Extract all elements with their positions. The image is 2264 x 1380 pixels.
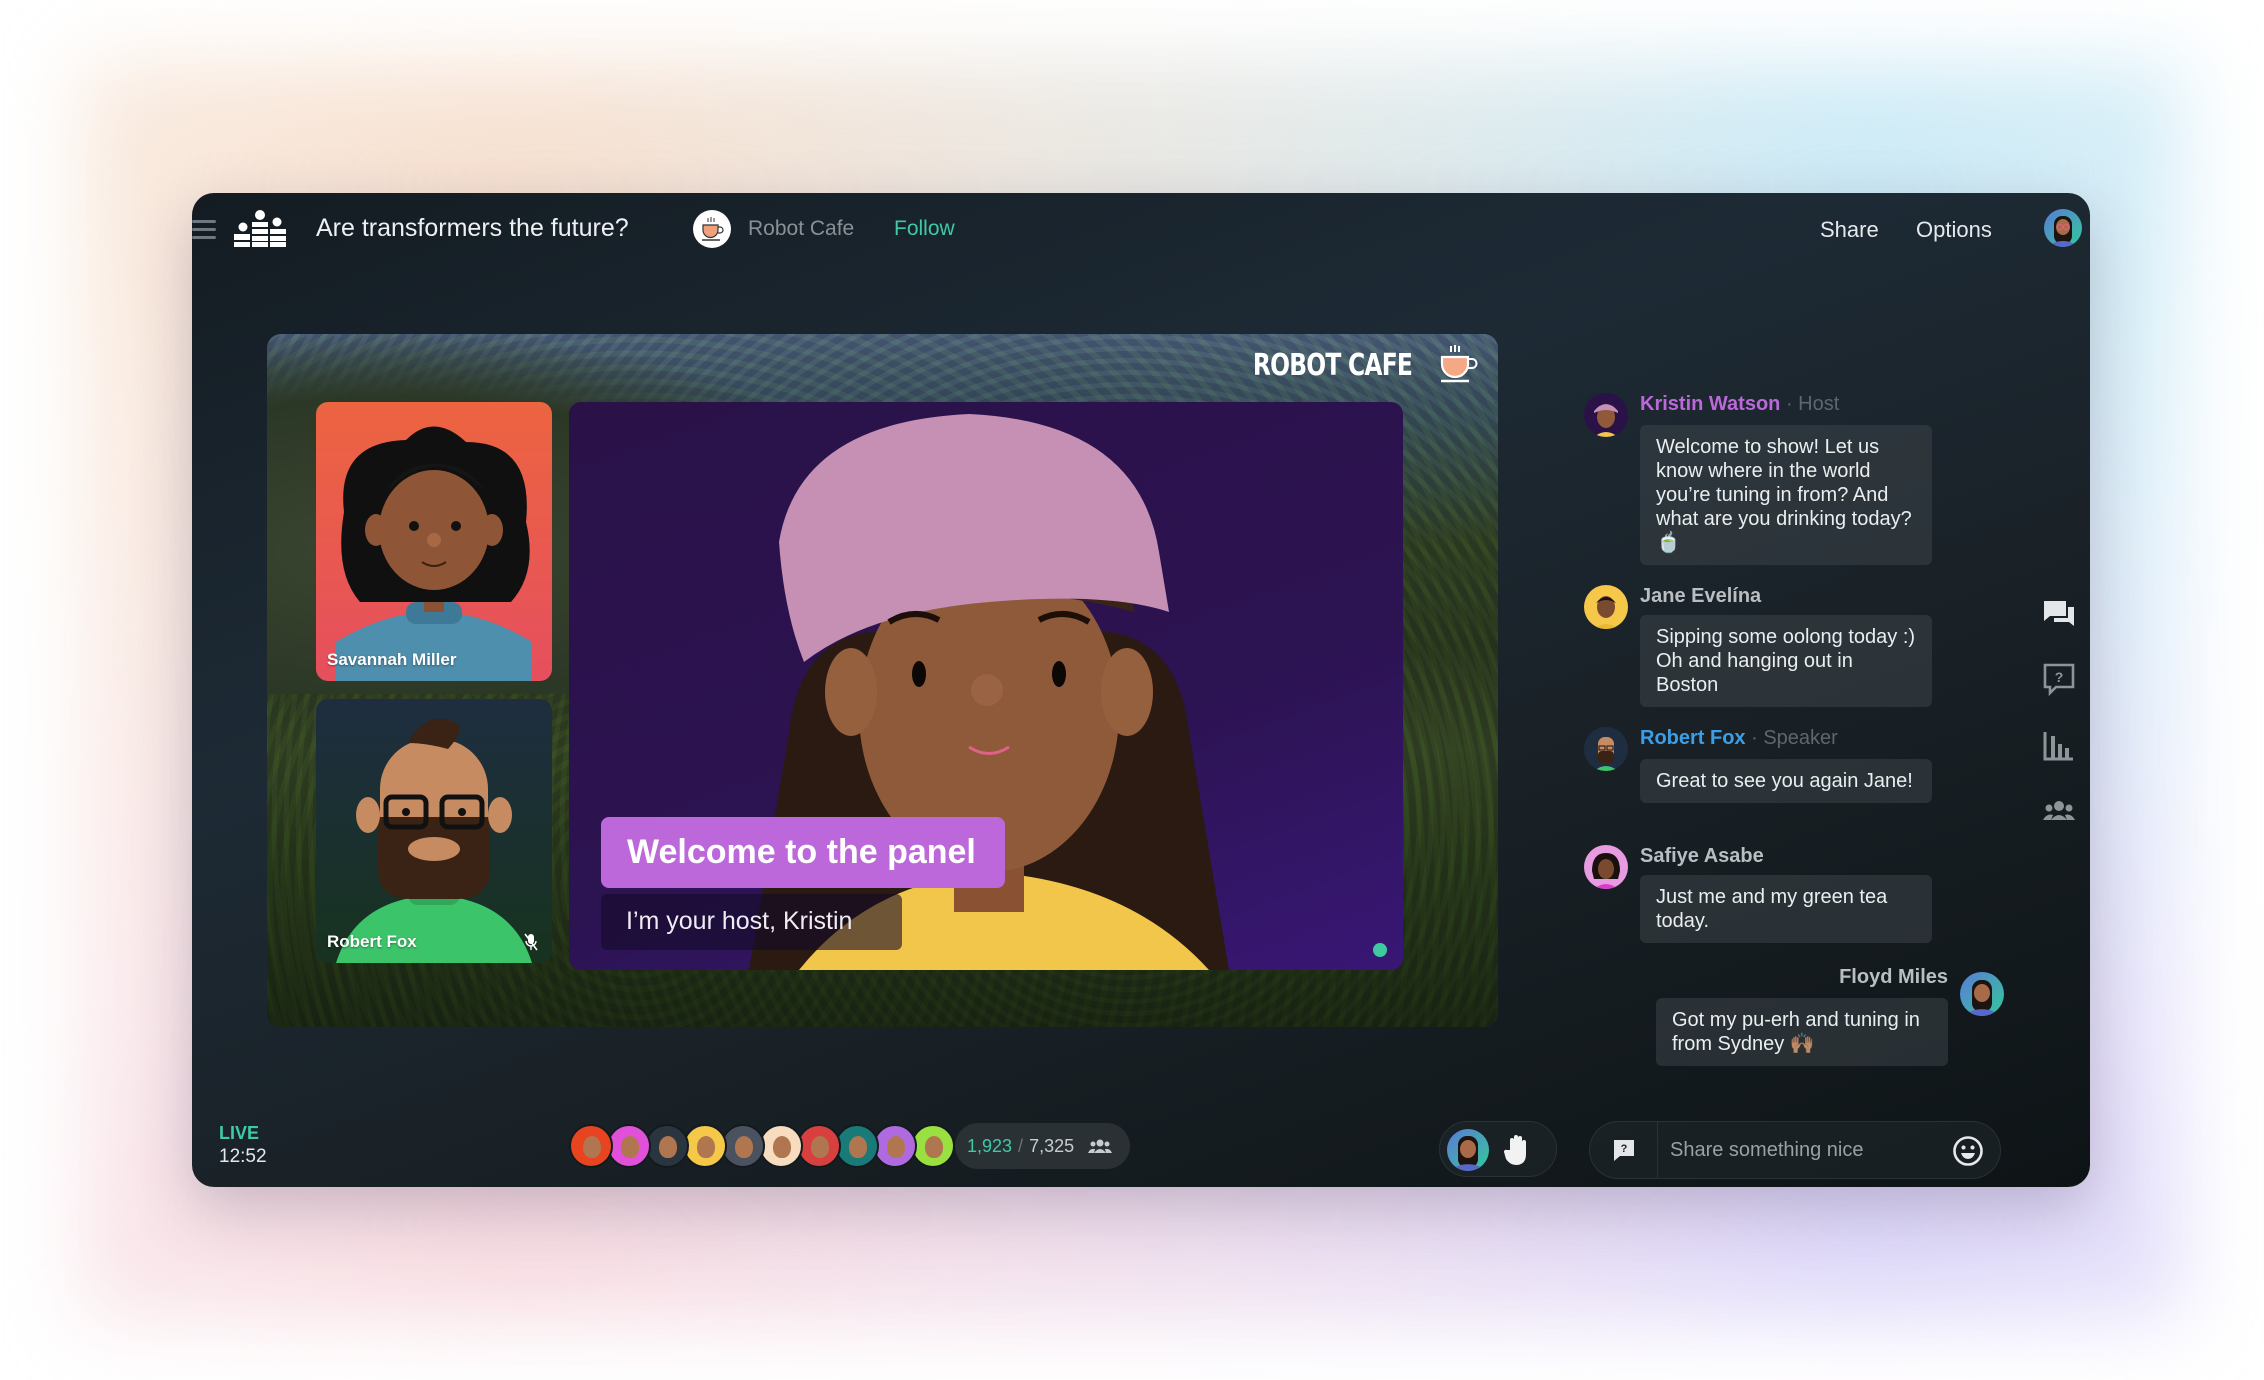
audience-avatar[interactable]	[873, 1124, 917, 1168]
page-title: Are transformers the future?	[316, 214, 629, 242]
author-role: · Host	[1785, 393, 1840, 415]
avatar[interactable]	[1584, 845, 1628, 889]
participant-tile[interactable]: Robert Fox	[316, 699, 552, 963]
viewers-separator: /	[1018, 1135, 1024, 1156]
app-logo-icon[interactable]	[234, 210, 286, 248]
message-author[interactable]: Floyd Miles	[1839, 966, 1948, 989]
chat-message-input[interactable]	[1670, 1122, 1940, 1178]
author-name: Robert Fox	[1640, 727, 1746, 749]
avatar-face	[583, 1136, 601, 1158]
participant-name: Savannah Miller	[327, 650, 457, 669]
avatar-face	[925, 1136, 943, 1158]
top-bar: Are transformers the future? Robot Cafe …	[192, 193, 2090, 265]
emoji-picker-icon[interactable]	[1952, 1135, 1984, 1167]
avatar-face	[621, 1136, 639, 1158]
author-name: Kristin Watson	[1640, 393, 1781, 415]
lower-third-subtitle: I’m your host, Kristin	[601, 894, 902, 950]
audience-avatars	[569, 1124, 955, 1168]
video-stage: ROBOT CAFE Savannah Miller Robert Fox We…	[267, 334, 1498, 1027]
avatar[interactable]	[1584, 727, 1628, 771]
viewers-current: 1,923	[967, 1135, 1013, 1156]
message-author[interactable]: Safiye Asabe	[1640, 845, 1764, 868]
audience-avatar[interactable]	[835, 1124, 879, 1168]
message-bubble: Got my pu-erh and tuning in from Sydney …	[1656, 998, 1948, 1066]
author-name: Jane Evelína	[1640, 585, 1762, 607]
message-bubble: Welcome to show! Let us know where in th…	[1640, 425, 1932, 565]
chat-icon[interactable]	[2042, 598, 2076, 632]
lower-third-title: Welcome to the panel	[601, 817, 1005, 888]
audience-avatar[interactable]	[759, 1124, 803, 1168]
message-author[interactable]: Kristin Watson · Host	[1640, 393, 1839, 416]
avatar-face	[849, 1136, 867, 1158]
avatar-face	[811, 1136, 829, 1158]
audience-avatar[interactable]	[569, 1124, 613, 1168]
svg-text:?: ?	[2055, 669, 2064, 685]
avatar[interactable]	[1584, 585, 1628, 629]
live-status-label: LIVE	[219, 1123, 260, 1143]
avatar[interactable]	[1584, 393, 1628, 437]
avatar[interactable]	[1960, 972, 2004, 1016]
author-name: Safiye Asabe	[1640, 845, 1764, 867]
question-bubble-icon: ?	[1613, 1140, 1634, 1161]
raise-hand-control[interactable]	[1439, 1121, 1557, 1177]
audience-avatar[interactable]	[683, 1124, 727, 1168]
main-speaker-video[interactable]: Welcome to the panel I’m your host, Kris…	[569, 402, 1403, 970]
participant-tile[interactable]: Savannah Miller	[316, 402, 552, 681]
message-bubble: Great to see you again Jane!	[1640, 759, 1932, 803]
avatar-face	[697, 1136, 715, 1158]
coffee-cup-icon	[1440, 345, 1478, 383]
poll-chart-icon[interactable]	[2042, 728, 2076, 762]
audience-avatar[interactable]	[797, 1124, 841, 1168]
message-bubble: Sipping some oolong today :) Oh and hang…	[1640, 615, 1932, 707]
channel-name[interactable]: Robot Cafe	[748, 217, 854, 241]
hamburger-menu-icon[interactable]	[192, 220, 216, 242]
app-window: Are transformers the future? Robot Cafe …	[192, 193, 2090, 1187]
speaking-indicator	[1373, 943, 1387, 957]
coffee-cup-icon	[702, 217, 724, 241]
audience-bar[interactable]: 1,923 / 7,325	[569, 1123, 1131, 1169]
ask-question-button[interactable]: ?	[1590, 1122, 1658, 1178]
mic-muted-icon	[524, 933, 538, 951]
channel-avatar[interactable]	[693, 210, 731, 248]
avatar-face	[659, 1136, 677, 1158]
elapsed-time: 12:52	[219, 1146, 267, 1167]
author-role: · Speaker	[1751, 727, 1838, 749]
participant-avatar-robert	[336, 718, 532, 963]
chat-composer: ?	[1589, 1121, 2001, 1179]
message-author[interactable]: Jane Evelína	[1640, 585, 1761, 608]
audience-avatar[interactable]	[607, 1124, 651, 1168]
viewers-total: 7,325	[1029, 1135, 1075, 1156]
avatar-face	[773, 1136, 791, 1158]
question-icon[interactable]: ?	[2042, 662, 2076, 696]
avatar-figure-icon	[2050, 216, 2076, 247]
self-avatar	[1447, 1129, 1489, 1171]
audience-avatar[interactable]	[645, 1124, 689, 1168]
people-icon	[1088, 1139, 1113, 1153]
raise-hand-icon[interactable]	[1502, 1134, 1532, 1166]
brand-watermark: ROBOT CAFE	[1252, 348, 1413, 383]
audience-avatar[interactable]	[911, 1124, 955, 1168]
svg-text:?: ?	[1620, 1143, 1627, 1155]
audience-avatar[interactable]	[721, 1124, 765, 1168]
viewer-count[interactable]: 1,923 / 7,325	[955, 1123, 1131, 1169]
avatar-face	[735, 1136, 753, 1158]
message-bubble: Just me and my green tea today.	[1640, 875, 1932, 943]
participant-avatar-savannah	[336, 426, 532, 681]
participant-name: Robert Fox	[327, 932, 417, 951]
message-author[interactable]: Robert Fox · Speaker	[1640, 727, 1838, 750]
share-button[interactable]: Share	[1820, 217, 1879, 243]
options-button[interactable]: Options	[1916, 217, 1992, 243]
avatar-face	[887, 1136, 905, 1158]
follow-button[interactable]: Follow	[894, 217, 955, 241]
people-icon[interactable]	[2042, 794, 2076, 828]
user-avatar[interactable]	[2044, 209, 2082, 247]
